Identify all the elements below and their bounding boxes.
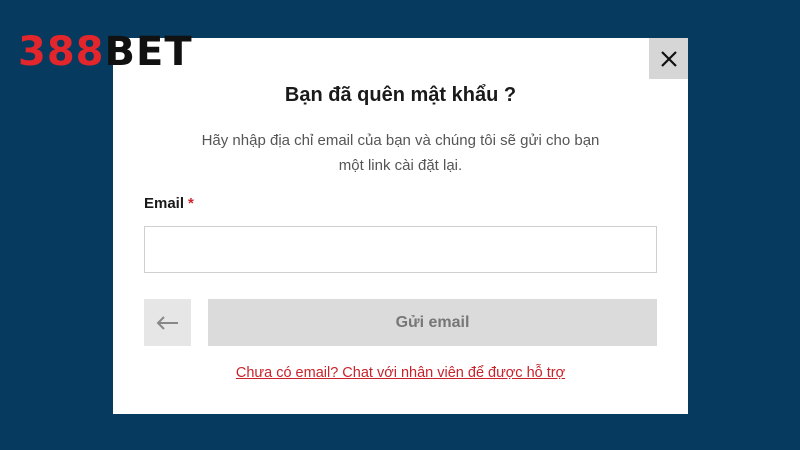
modal-description: Hãy nhập địa chỉ email của bạn và chúng …: [173, 128, 628, 178]
email-label-text: Email: [144, 195, 185, 212]
logo-number: 388: [18, 29, 105, 75]
back-button[interactable]: [144, 299, 191, 346]
description-line-2: một link cài đặt lại.: [338, 157, 463, 174]
description-line-1: Hãy nhập địa chỉ email của bạn và chúng …: [201, 132, 600, 149]
email-field[interactable]: [144, 226, 657, 273]
chat-support-link[interactable]: Chưa có email? Chat với nhân viên để đượ…: [113, 365, 688, 381]
send-email-button[interactable]: Gửi email: [208, 299, 657, 346]
close-icon: [660, 50, 677, 67]
required-mark: *: [188, 195, 194, 212]
close-button[interactable]: [649, 38, 688, 79]
forgot-password-modal: Bạn đã quên mật khẩu ? Hãy nhập địa chỉ …: [113, 38, 688, 414]
modal-title: Bạn đã quên mật khẩu ?: [284, 84, 517, 106]
arrow-left-icon: [156, 315, 178, 330]
brand-logo[interactable]: 388 BET: [18, 30, 193, 74]
email-label: Email *: [144, 195, 194, 212]
page-background: 388 BET Bạn đã quên mật khẩu ? Hãy nhập …: [0, 0, 800, 450]
logo-word: BET: [104, 29, 193, 75]
